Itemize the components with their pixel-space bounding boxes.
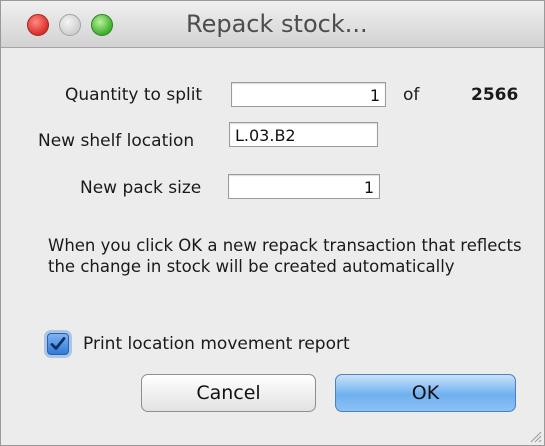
print-report-option[interactable]: Print location movement report (47, 330, 350, 358)
window-title: Repack stock... (186, 10, 368, 38)
new-shelf-location-label: New shelf location (38, 131, 195, 151)
print-report-checkbox[interactable] (47, 333, 69, 355)
title-bar[interactable]: Repack stock... (1, 1, 544, 48)
info-message: When you click OK a new repack transacti… (48, 236, 522, 276)
close-window-button[interactable] (27, 14, 49, 36)
minimize-window-button[interactable] (59, 14, 81, 36)
new-pack-size-label: New pack size (80, 178, 202, 198)
print-report-label[interactable]: Print location movement report (83, 334, 350, 354)
checkmark-icon (50, 337, 66, 350)
of-label: of (403, 85, 420, 105)
cancel-button[interactable]: Cancel (141, 374, 316, 412)
ok-button[interactable]: OK (335, 374, 516, 412)
zoom-window-button[interactable] (91, 14, 113, 36)
quantity-to-split-label: Quantity to split (65, 85, 203, 105)
quantity-to-split-input[interactable] (231, 82, 386, 107)
total-quantity: 2566 (471, 85, 519, 105)
resize-grip-icon[interactable] (528, 429, 542, 443)
repack-stock-dialog: Repack stock... Quantity to split of 256… (0, 0, 545, 446)
new-shelf-location-input[interactable] (229, 122, 378, 147)
new-pack-size-input[interactable] (228, 174, 380, 199)
